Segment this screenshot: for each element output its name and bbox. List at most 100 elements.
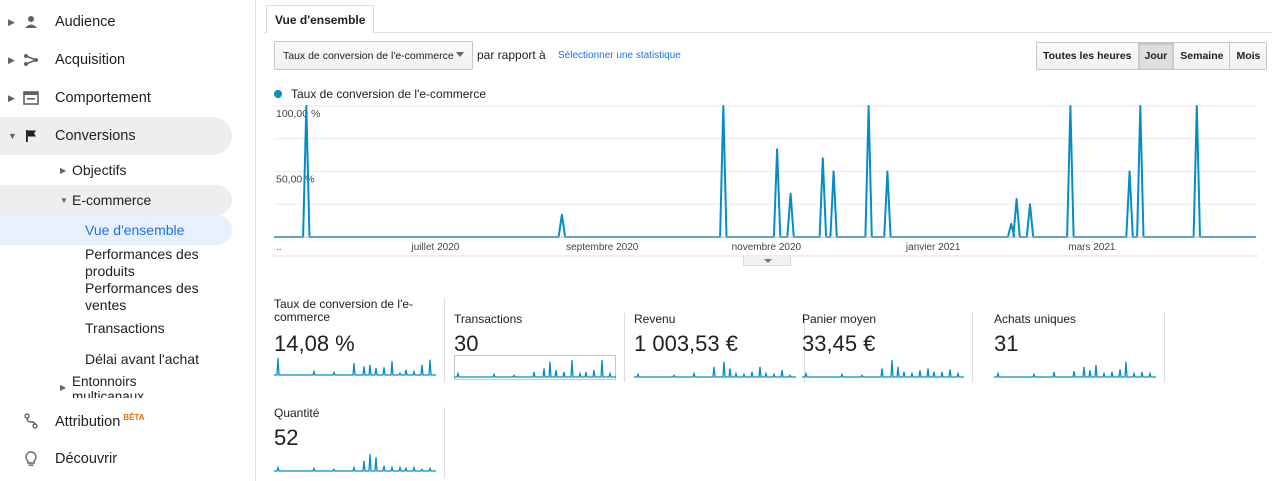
data-point	[722, 105, 725, 107]
tab-vue-ensemble[interactable]: Vue d'ensemble	[266, 5, 375, 34]
metric-select-value: Taux de conversion de l'e-commerce	[283, 49, 454, 62]
caret-right-icon: ▶	[8, 54, 15, 65]
scorecard-panier-moyen[interactable]: Panier moyen 33,45 €	[802, 313, 973, 382]
range-hourly-button[interactable]: Toutes les heures	[1037, 43, 1139, 69]
sparkline-path	[274, 357, 436, 376]
y-tick-label: 100,00 %	[276, 108, 320, 120]
sidebar-item-delai-achat[interactable]: Délai avant l'achat	[85, 351, 232, 368]
data-point	[886, 170, 889, 173]
tab-bar: Vue d'ensemble	[264, 0, 1272, 34]
chart-collapse-handle[interactable]	[743, 256, 791, 266]
scorecard-taux-conversion[interactable]: Taux de conversion de l'e-commerce 14,08…	[274, 298, 445, 382]
data-point	[1029, 203, 1031, 206]
legend-label: Taux de conversion de l'e-commerce	[291, 87, 487, 101]
range-day-button[interactable]: Jour	[1138, 43, 1175, 69]
scorecard-value: 30	[454, 331, 479, 356]
data-point	[822, 157, 824, 160]
sparkline-path	[994, 361, 1156, 378]
sidebar-item-performances-ventes[interactable]: Performances des ventes	[85, 280, 232, 314]
scorecard-name: Quantité	[274, 406, 320, 420]
sparkline-path	[634, 361, 796, 378]
select-stat-link[interactable]: Sélectionner une statistique	[558, 50, 681, 61]
data-point	[789, 192, 792, 195]
sidebar-item-attribution[interactable]: Attribution BÊTA	[0, 402, 232, 440]
scorecard-value: 14,08 %	[274, 331, 355, 356]
line-chart[interactable]: 100,00 %50,00 %.. juillet 2020 septembre 2…	[272, 100, 1258, 268]
acquisition-icon	[22, 51, 40, 69]
x-tick-label: septembre 2020	[566, 242, 639, 253]
scorecard-value: 1 003,53 €	[634, 331, 738, 356]
sidebar-item-decouvrir[interactable]: Découvrir	[0, 440, 232, 478]
sidebar-item-comportement[interactable]: ▶ Comportement	[0, 79, 232, 117]
legend-dot	[274, 90, 282, 98]
data-point	[1069, 105, 1072, 107]
scorecard-revenu[interactable]: Revenu 1 003,53 €	[634, 313, 805, 382]
sparkline	[274, 357, 436, 376]
scorecard-name: Taux de conversion de l'e-commerce	[274, 297, 414, 324]
sparkline-path	[454, 359, 616, 378]
data-point	[867, 105, 870, 107]
data-point	[1196, 105, 1198, 107]
x-tick-label: ..	[276, 242, 282, 253]
flag-icon	[22, 127, 40, 145]
data-point	[1128, 170, 1131, 173]
caret-right-icon: ▶	[60, 165, 67, 175]
sidebar-item-audience[interactable]: ▶ Audience	[0, 3, 232, 41]
sparkline-path	[802, 359, 964, 378]
sidebar-item-vue-ensemble[interactable]: Vue d'ensemble	[0, 215, 232, 245]
data-point	[1010, 223, 1012, 225]
sidebar-item-ecommerce[interactable]: ▼ E-commerce	[0, 185, 232, 215]
scorecard-quantite[interactable]: Quantité 52	[274, 407, 445, 478]
caret-down-icon: ▼	[8, 131, 17, 141]
sparkline	[802, 359, 964, 378]
sidebar-item-conversions[interactable]: ▼ Conversions	[0, 117, 232, 155]
x-tick-label: janvier 2021	[905, 242, 961, 253]
scorecard-name: Revenu	[634, 312, 676, 326]
scorecard-value: 52	[274, 425, 299, 450]
scorecard-transactions[interactable]: Transactions 30	[454, 313, 625, 382]
caret-right-icon: ▶	[8, 16, 15, 27]
sidebar-item-acquisition[interactable]: ▶ Acquisition	[0, 41, 232, 79]
range-week-button[interactable]: Semaine	[1174, 43, 1231, 69]
compare-label: par rapport à	[477, 48, 546, 62]
sidebar-item-objectifs[interactable]: ▶ Objectifs	[0, 155, 232, 185]
data-point	[776, 148, 778, 151]
behavior-icon	[22, 89, 40, 107]
caret-down-icon: ▼	[60, 195, 68, 205]
x-tick-label: juillet 2020	[411, 242, 460, 253]
sparkline	[634, 361, 796, 378]
time-range-group: Toutes les heures Jour Semaine Mois	[1036, 42, 1268, 70]
x-tick-label: mars 2021	[1068, 242, 1116, 253]
data-point	[305, 105, 308, 107]
sidebar-item-performances-produits[interactable]: Performances des produits	[85, 246, 232, 280]
range-month-button[interactable]: Mois	[1230, 43, 1267, 69]
scorecard-value: 31	[994, 331, 1019, 356]
sparkline	[274, 453, 436, 472]
main-content: Vue d'ensemble Taux de conversion de l'e…	[256, 0, 1280, 481]
sidebar-item-transactions[interactable]: Transactions	[85, 320, 232, 337]
chevron-down-icon	[456, 52, 464, 57]
sidebar-item-entonnoirs[interactable]: ▶ Entonnoirs multicanaux	[0, 374, 232, 398]
beta-badge: BÊTA	[123, 412, 145, 422]
data-point	[832, 170, 835, 173]
sparkline-path	[274, 453, 436, 472]
scorecard-value: 33,45 €	[802, 331, 876, 356]
sidebar: ▶ Audience ▶ Acquisition ▶ Comportement …	[0, 0, 256, 481]
lightbulb-icon	[22, 450, 40, 468]
data-point	[1139, 105, 1142, 107]
attribution-icon	[22, 412, 40, 430]
scorecard-name: Panier moyen	[802, 312, 877, 326]
sparkline	[454, 359, 616, 378]
caret-right-icon: ▶	[8, 92, 15, 103]
metric-select[interactable]: Taux de conversion de l'e-commerce	[274, 41, 473, 70]
x-tick-label: novembre 2020	[732, 242, 802, 253]
chart-legend: Taux de conversion de l'e-commerce	[274, 87, 486, 101]
scorecard-name: Transactions	[454, 312, 523, 326]
person-icon	[22, 13, 40, 31]
caret-right-icon: ▶	[60, 383, 67, 392]
scorecard-achats-uniques[interactable]: Achats uniques 31	[994, 313, 1165, 382]
data-point	[1015, 198, 1018, 200]
data-point	[561, 213, 563, 216]
attribution-label: Attribution	[55, 413, 121, 430]
scorecard-name: Achats uniques	[994, 312, 1077, 326]
